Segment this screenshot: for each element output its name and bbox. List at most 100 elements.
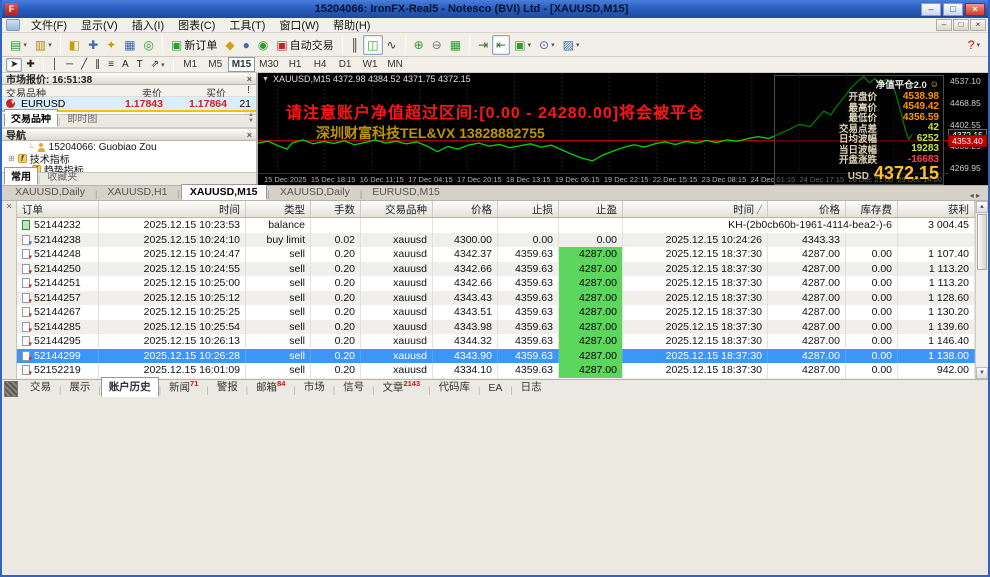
scroll-thumb[interactable] bbox=[977, 214, 987, 270]
restore-button[interactable]: □ bbox=[943, 2, 963, 16]
history-column-header[interactable]: 库存费 bbox=[846, 201, 898, 217]
timeframe-h1[interactable]: H1 bbox=[283, 57, 308, 72]
toolbox-tab-市场[interactable]: 市场 bbox=[296, 377, 333, 397]
history-column-header[interactable]: 交易品种 bbox=[361, 201, 433, 217]
tile-windows-button[interactable]: ▦ bbox=[446, 35, 465, 55]
toolbox-tab-新闻[interactable]: 新闻71 bbox=[161, 377, 206, 398]
timeframe-m30[interactable]: M30 bbox=[255, 57, 282, 72]
minimize-button[interactable]: – bbox=[921, 2, 941, 16]
toolbox-close-strip[interactable]: × bbox=[2, 201, 17, 379]
history-column-header[interactable]: 类型 bbox=[246, 201, 311, 217]
timeframe-m1[interactable]: M1 bbox=[178, 57, 203, 72]
toolbox-tab-展示[interactable]: 展示 bbox=[61, 377, 98, 397]
zoom-out-button[interactable]: ⊖ bbox=[428, 35, 446, 55]
panel-close-icon[interactable]: × bbox=[247, 74, 252, 84]
history-column-header[interactable]: 获利 bbox=[898, 201, 975, 217]
menu-item[interactable]: 窗口(W) bbox=[272, 17, 326, 33]
vertical-line-tool[interactable]: │ bbox=[48, 58, 62, 72]
history-row[interactable]: 52144250 2025.12.15 10:24:55sell0.20xauus… bbox=[17, 261, 975, 276]
indicators-button[interactable]: ▣ ▾ bbox=[510, 35, 535, 55]
scroll-up-icon[interactable]: ▲ bbox=[976, 201, 988, 213]
chart-shift-button[interactable]: ⇤ bbox=[492, 34, 511, 55]
chart-tab-4[interactable]: EURUSD,M15 bbox=[363, 184, 449, 200]
label-tool[interactable]: T bbox=[133, 58, 147, 72]
market-watch-column-header[interactable]: 交易品种 bbox=[2, 85, 102, 100]
auto-scroll-button[interactable]: ⇥ bbox=[474, 35, 492, 55]
crosshair-tool[interactable]: ✚ bbox=[22, 58, 38, 72]
tree-expand-icon[interactable]: ⊞ bbox=[8, 154, 15, 163]
cursor-tool[interactable]: ➤ bbox=[6, 57, 23, 72]
timeframe-m5[interactable]: M5 bbox=[203, 57, 228, 72]
deposit-button[interactable]: ◆ bbox=[221, 35, 238, 55]
close-button[interactable]: × bbox=[965, 2, 985, 16]
history-column-header[interactable]: 价格 bbox=[433, 201, 498, 217]
mdi-minimize-button[interactable]: – bbox=[936, 19, 952, 31]
toolbox-tab-EA[interactable]: EA bbox=[480, 380, 510, 397]
toolbox-tab-代码库[interactable]: 代码库 bbox=[430, 377, 478, 397]
history-row[interactable]: 52144257 2025.12.15 10:25:12sell0.20xauus… bbox=[17, 290, 975, 305]
chart-tab-2[interactable]: XAUUSD,M15 bbox=[180, 184, 267, 200]
history-column-header[interactable]: 时间 ╱ bbox=[623, 201, 768, 217]
chart-area[interactable]: ▼ XAUUSD,M15 4372.98 4384.52 4371.75 437… bbox=[258, 73, 988, 185]
price-scale[interactable]: 4537.104468.854402.554336.254269.954372.… bbox=[948, 73, 988, 173]
toolbox-tab-日志[interactable]: 日志 bbox=[513, 377, 550, 397]
chart-tab-3[interactable]: XAUUSD,Daily bbox=[271, 184, 359, 200]
history-column-header[interactable]: 价格 bbox=[768, 201, 846, 217]
navigator-tab-1[interactable]: 收藏夹 bbox=[40, 167, 84, 185]
history-row[interactable]: 52144295 2025.12.15 10:26:13sell0.20xauus… bbox=[17, 334, 975, 349]
history-row[interactable]: 52144251 2025.12.15 10:25:00sell0.20xauus… bbox=[17, 276, 975, 291]
timeframe-m15[interactable]: M15 bbox=[227, 57, 256, 72]
menu-item[interactable]: 文件(F) bbox=[24, 17, 74, 33]
timeframe-d1[interactable]: D1 bbox=[333, 57, 358, 72]
history-column-header[interactable]: 手数 bbox=[311, 201, 361, 217]
tree-item-account[interactable]: └ 15204066: Guobiao Zou bbox=[6, 142, 256, 153]
toolbox-close-icon[interactable]: × bbox=[6, 201, 11, 211]
market-watch-column-header[interactable]: 卖价 bbox=[102, 85, 166, 100]
toolbox-tab-文章[interactable]: 文章2143 bbox=[374, 377, 428, 398]
history-column-header[interactable]: 时间 bbox=[99, 201, 246, 217]
navigator-tab-0[interactable]: 常用 bbox=[4, 167, 38, 185]
channel-tool[interactable]: ∥ bbox=[91, 58, 104, 72]
history-row[interactable]: 52144267 2025.12.15 10:25:25sell0.20xauus… bbox=[17, 305, 975, 320]
market-watch-toggle[interactable]: ◧ bbox=[65, 35, 84, 55]
text-tool[interactable]: A bbox=[118, 58, 133, 72]
profiles-button[interactable]: ▥ ▾ bbox=[31, 35, 56, 55]
toolbox-tab-邮箱[interactable]: 邮箱84 bbox=[248, 377, 293, 398]
chart-tab-0[interactable]: XAUUSD,Daily bbox=[6, 184, 94, 200]
panel-close-icon[interactable]: × bbox=[247, 130, 252, 140]
line-chart-button[interactable]: ∿ bbox=[383, 35, 401, 55]
chart-tab-1[interactable]: XAUUSD,H1 bbox=[98, 184, 176, 200]
autotrade-button[interactable]: ▣ 自动交易 bbox=[272, 35, 337, 55]
shapes-dropdown[interactable]: ⇗ ▾ bbox=[147, 58, 169, 72]
toolbox-toggle[interactable]: ▦ bbox=[120, 35, 139, 55]
periods-button[interactable]: ⊙ ▾ bbox=[535, 35, 559, 55]
history-row[interactable]: 52144285 2025.12.15 10:25:54sell0.20xauus… bbox=[17, 319, 975, 334]
menu-item[interactable]: 工具(T) bbox=[222, 17, 272, 33]
toolbox-tab-账户历史[interactable]: 账户历史 bbox=[100, 377, 159, 397]
menu-item[interactable]: 插入(I) bbox=[125, 17, 171, 33]
data-window-toggle[interactable]: ✚ bbox=[84, 35, 102, 55]
new-order-button[interactable]: ▣ 新订单 bbox=[167, 35, 221, 55]
toolbox-tab-信号[interactable]: 信号 bbox=[335, 377, 372, 397]
scroll-down-icon[interactable]: ▼ bbox=[976, 367, 988, 379]
mdi-restore-button[interactable]: □ bbox=[953, 19, 969, 31]
market-watch-scrollbar[interactable]: ▲ ▼ bbox=[245, 112, 256, 124]
history-row[interactable]: 52144299 2025.12.15 10:26:28sell0.20xauus… bbox=[17, 348, 975, 363]
trendline-tool[interactable]: ╱ bbox=[77, 58, 91, 72]
templates-button[interactable]: ▨ ▾ bbox=[559, 35, 584, 55]
history-column-header[interactable]: 止盈 bbox=[559, 201, 623, 217]
community-button[interactable]: ◉ bbox=[254, 35, 272, 55]
market-watch-column-header[interactable]: ! bbox=[230, 85, 254, 96]
timeframe-w1[interactable]: W1 bbox=[358, 57, 383, 72]
timeframe-h4[interactable]: H4 bbox=[308, 57, 333, 72]
market-watch-column-header[interactable]: 买价 bbox=[166, 85, 230, 100]
history-row[interactable]: 52144248 2025.12.15 10:24:47sell0.20xauus… bbox=[17, 247, 975, 262]
timeframe-mn[interactable]: MN bbox=[383, 57, 408, 72]
horizontal-line-tool[interactable]: ─ bbox=[62, 58, 77, 72]
collapse-icon[interactable]: ▼ bbox=[262, 76, 269, 83]
tab-scroll-icons[interactable]: ◂ ▸ bbox=[970, 191, 984, 200]
history-scrollbar[interactable]: ▲ ▼ bbox=[975, 201, 988, 379]
menu-item[interactable]: 显示(V) bbox=[74, 17, 125, 33]
history-column-header[interactable]: 止损 bbox=[498, 201, 559, 217]
toolbox-tab-警报[interactable]: 警报 bbox=[209, 377, 246, 397]
